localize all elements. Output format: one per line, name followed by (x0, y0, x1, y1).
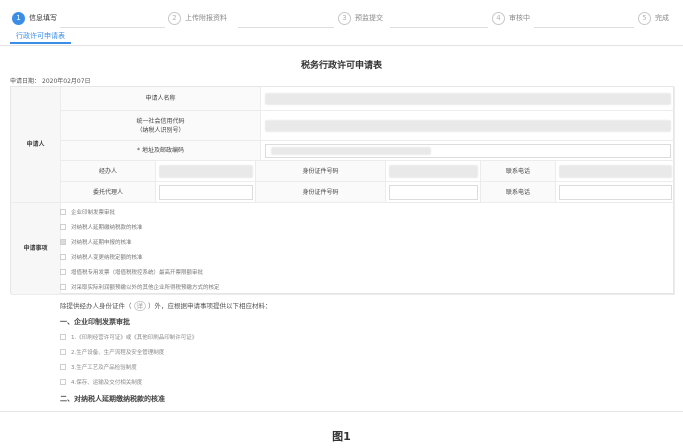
applicant-name-field[interactable] (265, 93, 671, 105)
material-label: 1.《印刷经营许可证》或《其他印刷品印制许可证》 (71, 335, 198, 341)
step-connector (534, 27, 634, 28)
checkbox-checked[interactable] (60, 238, 66, 245)
applicant-name-label: 申请人名称 (61, 87, 261, 111)
matter-item-2[interactable]: 对纳税人延期缴纳税款的核准 (60, 222, 143, 231)
handler-cell (156, 161, 256, 182)
checkbox[interactable] (60, 223, 66, 230)
id-number-cell (386, 161, 481, 182)
matter-label: 对纳税人变更纳税定额的核准 (71, 254, 143, 261)
material-label: 4.保存、运输及交付相关制度 (71, 380, 143, 386)
agent-id-number-cell (386, 182, 481, 203)
apply-date-label: 申请日期： (10, 78, 41, 85)
tab-application-form[interactable]: 行政许可申请表 (10, 30, 71, 44)
material-item-1[interactable]: 1.《印刷经营许可证》或《其他印刷品印制许可证》 (60, 333, 197, 341)
credit-code-field[interactable] (265, 120, 671, 132)
applicant-name-cell (261, 87, 675, 111)
step-label: 信息填写 (29, 14, 57, 22)
agent-id-number-field[interactable] (389, 185, 478, 200)
credit-code-label: 统一社会信用代码 (136, 117, 185, 125)
checkbox[interactable] (60, 364, 66, 370)
apply-date-value: 2020年02月07日 (42, 78, 91, 85)
step-number: 4 (492, 11, 505, 25)
step-label: 审核中 (509, 14, 530, 22)
agent-field[interactable] (159, 185, 253, 200)
matter-label: 对纳税人延期缴纳税款的核准 (71, 224, 143, 231)
credit-code-label-cell: 统一社会信用代码 （纳税人识别号） (61, 111, 261, 141)
matters-section-label: 申请事项 (11, 203, 61, 295)
address-cell (261, 141, 675, 161)
step-connector (390, 27, 488, 28)
address-value-redacted (271, 147, 431, 155)
materials-intro-after: ）外，应根据申请事项提供以下相应材料： (148, 302, 272, 310)
agent-id-number-label: 身份证件号码 (256, 182, 386, 203)
materials-intro-before: 除提供经办人身份证件（ (60, 302, 132, 310)
matter-item-6[interactable]: 对采取实际利润额预缴以外的其他企业所得税预缴方式的核定 (60, 282, 220, 291)
tab-divider (0, 45, 683, 46)
agent-phone-label: 联系电话 (481, 182, 556, 203)
matter-label: 企业印制发票审批 (71, 209, 116, 216)
taxpayer-id-label: （纳税人识别号） (136, 126, 185, 134)
application-table: 申请人 申请人名称 统一社会信用代码 （纳税人识别号） * 地址及邮政编码 经办… (10, 86, 675, 295)
checkbox[interactable] (60, 253, 66, 260)
credit-code-cell (261, 111, 675, 141)
agent-cell (156, 182, 256, 203)
application-window: 1 信息填写 2 上传附报资料 3 预监提交 4 审核中 5 完成 行政许可申请… (0, 0, 683, 412)
step-number: 2 (168, 11, 181, 25)
checkbox[interactable] (60, 349, 66, 355)
materials-intro: 除提供经办人身份证件（详）外，应根据申请事项提供以下相应材料： (60, 300, 272, 311)
material-label: 2.生产设备、生产流程及安全管理制度 (71, 350, 165, 356)
step-connector (60, 27, 165, 28)
material-item-4[interactable]: 4.保存、运输及交付相关制度 (60, 378, 142, 386)
materials-heading-1: 一、企业印制发票审批 (60, 318, 130, 326)
material-item-2[interactable]: 2.生产设备、生产流程及安全管理制度 (60, 348, 164, 356)
step-label: 完成 (655, 14, 669, 22)
step-number: 3 (338, 11, 351, 25)
checkbox[interactable] (60, 283, 66, 290)
progress-stepper: 1 信息填写 2 上传附报资料 3 预监提交 4 审核中 5 完成 (0, 10, 683, 28)
matter-item-5[interactable]: 增值税专用发票（增值税税控系统）最高开票限额审批 (60, 267, 203, 276)
detail-tag[interactable]: 详 (133, 301, 146, 311)
step-number: 1 (12, 11, 25, 25)
step-connector (238, 27, 334, 28)
apply-date: 申请日期： 2020年02月07日 (10, 76, 91, 85)
id-number-field[interactable] (389, 165, 478, 178)
step-label: 上传附报资料 (185, 14, 227, 22)
phone-cell (556, 161, 675, 182)
phone-field[interactable] (559, 165, 672, 178)
step-4: 4 审核中 (492, 10, 530, 26)
material-label: 3.生产工艺及产品检验制度 (71, 365, 137, 371)
matter-label: 增值税专用发票（增值税税控系统）最高开票限额审批 (71, 269, 204, 276)
applicant-section-label: 申请人 (11, 87, 61, 203)
step-5: 5 完成 (638, 10, 669, 26)
step-3: 3 预监提交 (338, 10, 383, 26)
figure-caption: 图1 (332, 430, 351, 443)
checkbox[interactable] (60, 268, 66, 275)
step-label: 预监提交 (355, 14, 383, 22)
form-title: 税务行政许可申请表 (300, 61, 382, 71)
matter-item-3[interactable]: 对纳税人延期申报的核准 (60, 237, 132, 246)
materials-heading-2: 二、对纳税人延期缴纳税款的核准 (60, 395, 165, 403)
matter-label: 对纳税人延期申报的核准 (71, 239, 132, 246)
agent-phone-cell (556, 182, 675, 203)
handler-field[interactable] (159, 165, 253, 178)
checkbox[interactable] (60, 334, 66, 340)
phone-label: 联系电话 (481, 161, 556, 182)
agent-phone-field[interactable] (559, 185, 672, 200)
matter-label: 对采取实际利润额预缴以外的其他企业所得税预缴方式的核定 (71, 284, 220, 291)
material-item-3[interactable]: 3.生产工艺及产品检验制度 (60, 363, 137, 371)
checkbox[interactable] (60, 208, 66, 215)
agent-label: 委托代理人 (61, 182, 156, 203)
step-2: 2 上传附报资料 (168, 10, 227, 26)
matter-item-1[interactable]: 企业印制发票审批 (60, 207, 115, 216)
step-1: 1 信息填写 (12, 10, 57, 26)
matter-item-4[interactable]: 对纳税人变更纳税定额的核准 (60, 252, 143, 261)
step-number: 5 (638, 11, 651, 25)
id-number-label: 身份证件号码 (256, 161, 386, 182)
handler-label: 经办人 (61, 161, 156, 182)
address-label: * 地址及邮政编码 (61, 141, 261, 161)
checkbox[interactable] (60, 379, 66, 385)
